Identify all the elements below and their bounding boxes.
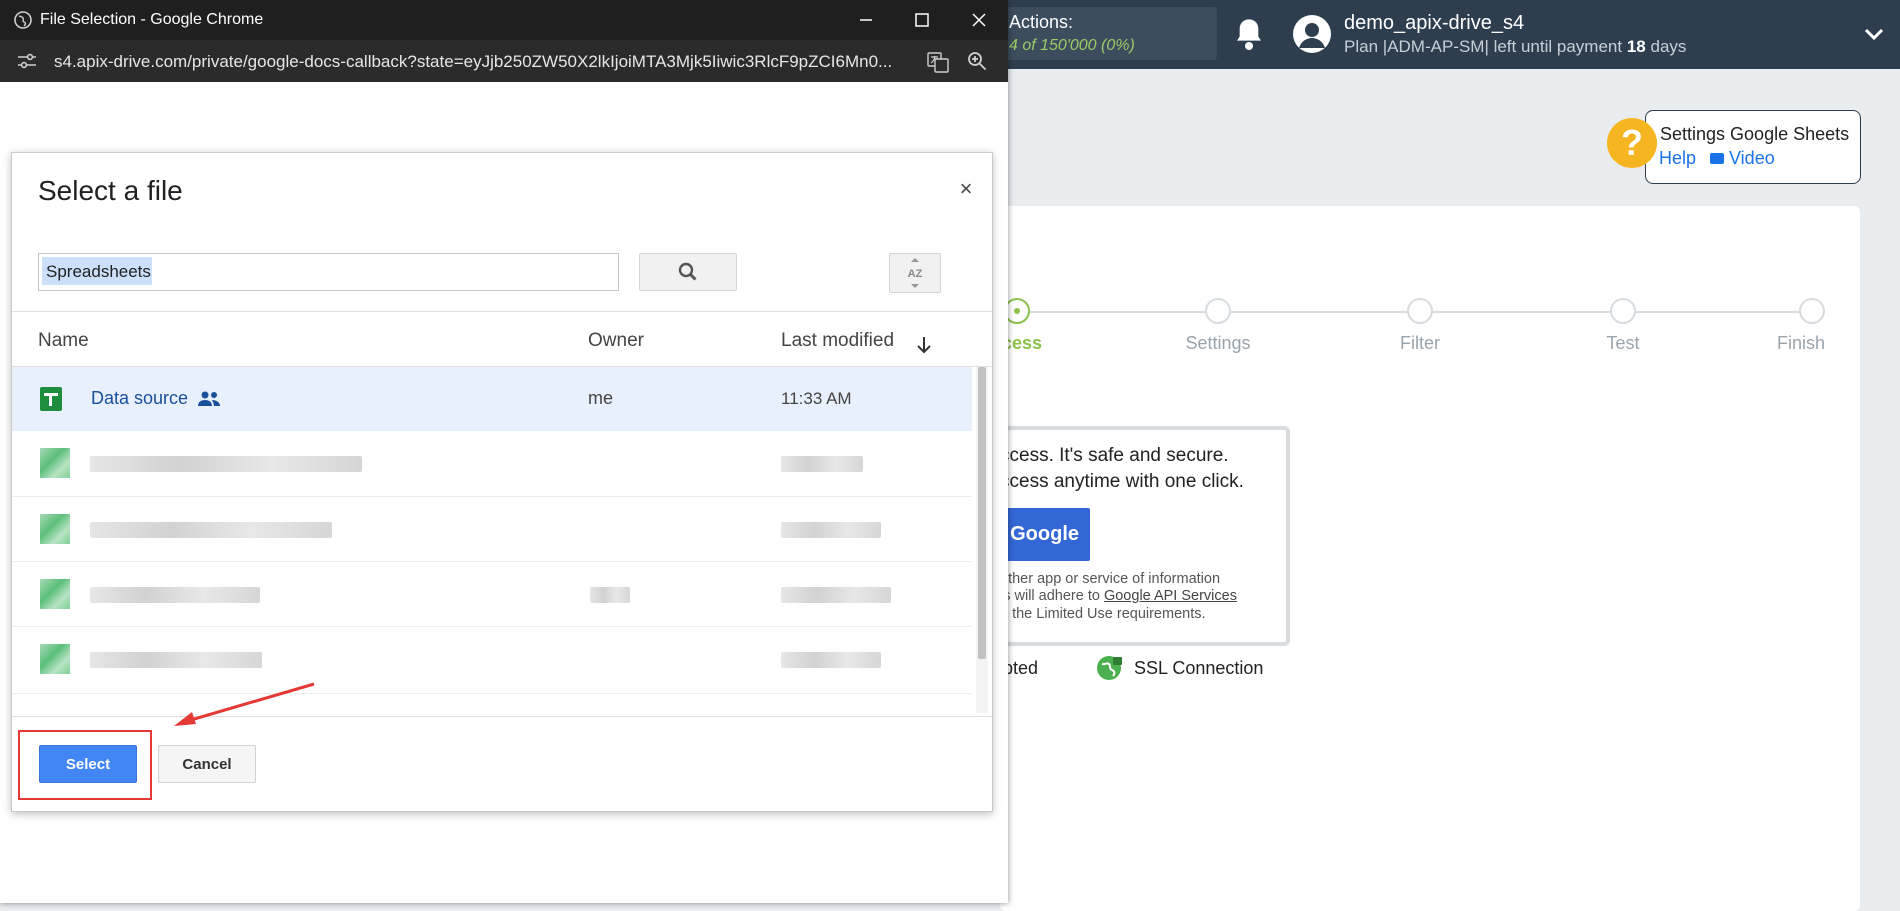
file-row-blurred[interactable] (12, 431, 972, 495)
video-link[interactable]: Video (1710, 148, 1775, 169)
column-header-owner[interactable]: Owner (588, 330, 644, 352)
auth-small-1: other app or service of information (1000, 571, 1221, 587)
annotation-highlight-box (18, 730, 152, 800)
ssl-globe-icon (1097, 656, 1122, 680)
zoom-icon[interactable] (966, 50, 988, 72)
search-input-value: Spreadsheets (46, 262, 151, 281)
actions-title: Actions: (1009, 12, 1074, 32)
file-picker-dialog: Select a file × Spreadsheets AZ Name Own… (11, 152, 993, 812)
video-icon (1710, 153, 1724, 164)
blurred-file-name (90, 522, 332, 538)
chrome-address-bar: s4.apix-drive.com/private/google-docs-ca… (0, 40, 1008, 82)
video-link-label: Video (1729, 148, 1775, 168)
step-dot-filter (1407, 298, 1433, 324)
auth-small-3: g the Limited Use requirements. (1000, 606, 1206, 622)
actions-counter: Actions: 4 of 150'000 (0%) (997, 7, 1217, 60)
blurred-file-modified (781, 652, 881, 668)
annotation-arrow (174, 682, 315, 726)
close-window-icon[interactable] (965, 8, 993, 32)
sort-az-icon: AZ (908, 258, 923, 288)
scrollbar-thumb[interactable] (978, 367, 986, 659)
blurred-sheets-icon (40, 448, 70, 478)
column-header-modified[interactable]: Last modified (781, 330, 894, 352)
step-dot-finish (1799, 298, 1825, 324)
google-api-services-link[interactable]: Google API Services (1104, 588, 1237, 604)
row-separator (12, 693, 972, 694)
blurred-sheets-icon (40, 514, 70, 544)
close-icon[interactable]: × (956, 178, 976, 200)
encrypted-label: pted (1003, 658, 1039, 678)
auth-small-2-prefix: ls will adhere to (1000, 588, 1100, 604)
globe-icon (14, 11, 32, 29)
plan-days: 18 (1626, 37, 1646, 56)
question-icon: ? (1607, 118, 1657, 168)
file-modified: 11:33 AM (781, 389, 852, 408)
file-row-blurred[interactable] (12, 497, 972, 561)
actions-count: 4 of 150'000 (0%) (1009, 37, 1135, 54)
steps-line (1000, 311, 1812, 313)
sort-az-button[interactable]: AZ (889, 253, 941, 293)
step-dot-settings (1205, 298, 1231, 324)
file-name: Data source (91, 388, 189, 408)
minimize-icon[interactable] (852, 8, 880, 32)
file-row-blurred[interactable] (12, 627, 972, 691)
plan-prefix: Plan |ADM-AP-SM| left until payment (1344, 37, 1623, 56)
search-icon (678, 262, 697, 281)
blurred-file-name (90, 587, 260, 603)
avatar[interactable] (1293, 15, 1331, 53)
blurred-file-owner (590, 587, 630, 603)
help-box (1645, 110, 1861, 184)
site-settings-icon[interactable] (16, 52, 38, 70)
auth-line-2: ccess anytime with one click. (1000, 471, 1244, 492)
user-name: demo_apix-drive_s4 (1344, 12, 1525, 34)
file-row-selected[interactable]: Data source me 11:33 AM (12, 367, 972, 431)
blurred-sheets-icon (40, 644, 70, 674)
user-icon (1299, 23, 1325, 48)
auth-line-1: ccess. It's safe and secure. (1000, 445, 1229, 466)
svg-text:AZ: AZ (908, 268, 923, 280)
cancel-button[interactable]: Cancel (158, 745, 256, 783)
user-plan: Plan |ADM-AP-SM| left until payment 18 d… (1344, 37, 1686, 57)
column-header-name[interactable]: Name (38, 330, 89, 352)
step-dot-test (1610, 298, 1636, 324)
blurred-file-modified (781, 587, 891, 603)
help-link[interactable]: Help (1659, 148, 1696, 169)
blurred-file-modified (781, 456, 863, 472)
auth-small-2: ls will adhere to Google API Services (1000, 588, 1237, 604)
help-title: Settings Google Sheets (1660, 124, 1850, 144)
chevron-down-icon[interactable] (1862, 24, 1886, 44)
sort-down-arrow-icon[interactable] (915, 334, 933, 356)
step-label-settings: Settings (1185, 333, 1251, 353)
chrome-window-title: File Selection - Google Chrome (40, 11, 264, 28)
step-label-test: Test (1606, 333, 1640, 353)
step-label-filter: Filter (1400, 333, 1440, 353)
maximize-icon[interactable] (908, 8, 936, 32)
chrome-titlebar: File Selection - Google Chrome (0, 0, 1008, 40)
plan-suffix: days (1650, 37, 1687, 56)
file-owner: me (588, 388, 614, 408)
blurred-file-modified (781, 522, 881, 538)
ssl-label: SSL Connection (1134, 658, 1264, 678)
search-button[interactable] (639, 253, 737, 291)
url-text[interactable]: s4.apix-drive.com/private/google-docs-ca… (54, 52, 914, 72)
file-row-blurred[interactable] (12, 562, 972, 626)
blurred-sheets-icon (40, 579, 70, 609)
blurred-file-name (90, 456, 362, 472)
translate-icon[interactable] (926, 50, 950, 74)
shared-people-icon (198, 391, 220, 406)
blurred-file-name (90, 652, 262, 668)
step-label-finish: Finish (1776, 333, 1825, 353)
chrome-popup-window: File Selection - Google Chrome s4.apix-d… (0, 0, 1008, 903)
toolbar-divider (12, 311, 992, 312)
google-sheets-icon (40, 387, 62, 411)
bell-icon[interactable] (1233, 16, 1265, 52)
picker-title: Select a file (38, 175, 183, 206)
